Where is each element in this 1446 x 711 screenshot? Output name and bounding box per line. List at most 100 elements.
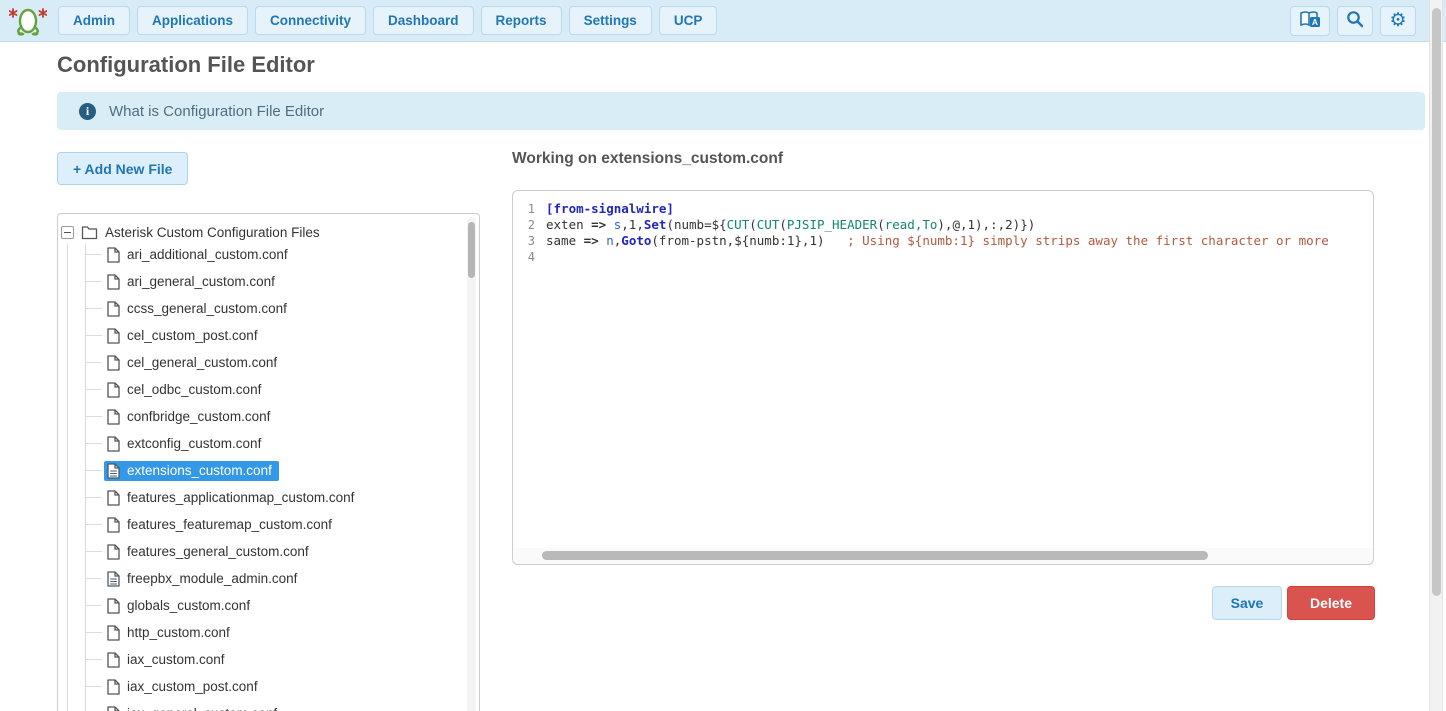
nav-item-admin[interactable]: Admin xyxy=(58,6,130,35)
tree-file-label: features_applicationmap_custom.conf xyxy=(127,490,354,505)
file-icon xyxy=(107,652,120,668)
delete-button[interactable]: Delete xyxy=(1287,586,1375,620)
tree-file-label: cel_custom_post.conf xyxy=(127,328,258,343)
info-bar-text: What is Configuration File Editor xyxy=(109,103,324,120)
line-number: 3 xyxy=(513,233,539,249)
file-icon xyxy=(107,247,120,263)
nav-item-ucp[interactable]: UCP xyxy=(659,6,718,35)
tree-file-label: extensions_custom.conf xyxy=(127,463,272,478)
language-icon: A xyxy=(1299,10,1321,31)
tree-root-node[interactable]: Asterisk Custom Configuration Files xyxy=(58,221,320,243)
tree-file-item[interactable]: extconfig_custom.conf xyxy=(58,430,479,457)
file-icon xyxy=(107,328,120,344)
file-icon xyxy=(107,274,120,290)
file-icon xyxy=(107,490,120,506)
code-line: 3same => n,Goto(from-pstn,${numb:1},1) ;… xyxy=(513,233,1373,249)
code-line-text: exten => s,1,Set(numb=${CUT(CUT(PJSIP_HE… xyxy=(539,217,1035,233)
tree-file-label: ari_general_custom.conf xyxy=(127,274,275,289)
tree-file-label: ari_additional_custom.conf xyxy=(127,247,288,262)
info-icon: i xyxy=(79,103,96,120)
tree-file-item[interactable]: features_featuremap_custom.conf xyxy=(58,511,479,538)
code-line: 4 xyxy=(513,249,1373,265)
nav-item-connectivity[interactable]: Connectivity xyxy=(255,6,366,35)
line-number: 2 xyxy=(513,217,539,233)
tree-file-item[interactable]: ari_additional_custom.conf xyxy=(58,241,479,268)
tree-scrollbar[interactable] xyxy=(467,217,476,711)
tree-file-label: iax_custom.conf xyxy=(127,652,225,667)
tree-file-item[interactable]: cel_general_custom.conf xyxy=(58,349,479,376)
tree-file-label: cel_general_custom.conf xyxy=(127,355,277,370)
tree-root-label: Asterisk Custom Configuration Files xyxy=(105,225,320,240)
file-icon xyxy=(107,382,120,398)
code-line: 2exten => s,1,Set(numb=${CUT(CUT(PJSIP_H… xyxy=(513,217,1373,233)
tree-file-item[interactable]: features_applicationmap_custom.conf xyxy=(58,484,479,511)
tree-file-item[interactable]: confbridge_custom.conf xyxy=(58,403,479,430)
add-new-file-button[interactable]: + Add New File xyxy=(57,152,188,185)
nav-items: AdminApplicationsConnectivityDashboardRe… xyxy=(58,6,717,35)
tree-children: ari_additional_custom.conf ari_general_cu… xyxy=(58,241,479,711)
file-icon xyxy=(107,409,120,425)
tree-file-item[interactable]: extensions_custom.conf xyxy=(58,457,479,484)
file-icon xyxy=(107,436,120,452)
search-icon xyxy=(1346,10,1364,31)
save-button[interactable]: Save xyxy=(1212,586,1282,620)
tree-file-item[interactable]: ccss_general_custom.conf xyxy=(58,295,479,322)
search-button[interactable] xyxy=(1337,6,1373,36)
tree-file-item[interactable]: iax_general_custom.conf xyxy=(58,700,479,711)
tree-file-item[interactable]: http_custom.conf xyxy=(58,619,479,646)
tree-file-item[interactable]: iax_custom_post.conf xyxy=(58,673,479,700)
file-icon xyxy=(107,706,120,711)
editor-hscrollbar[interactable] xyxy=(514,548,1372,564)
code-line-text: same => n,Goto(from-pstn,${numb:1},1) ; … xyxy=(539,233,1329,249)
collapse-expander-icon[interactable] xyxy=(61,226,74,239)
tree-file-item[interactable]: freepbx_module_admin.conf xyxy=(58,565,479,592)
svg-text:A: A xyxy=(1312,17,1318,27)
file-icon xyxy=(107,517,120,533)
folder-icon xyxy=(81,225,98,240)
tree-file-item[interactable]: features_general_custom.conf xyxy=(58,538,479,565)
file-text-icon xyxy=(107,571,120,587)
file-icon xyxy=(107,679,120,695)
code-lines: 1[from-signalwire]2exten => s,1,Set(numb… xyxy=(513,191,1373,265)
page-scrollbar[interactable] xyxy=(1429,0,1443,711)
file-icon xyxy=(107,301,120,317)
tree-file-label: extconfig_custom.conf xyxy=(127,436,261,451)
tree-file-item[interactable]: ari_general_custom.conf xyxy=(58,268,479,295)
working-on-heading: Working on extensions_custom.conf xyxy=(512,150,783,168)
tree-file-item[interactable]: globals_custom.conf xyxy=(58,592,479,619)
nav-item-reports[interactable]: Reports xyxy=(481,6,562,35)
code-line: 1[from-signalwire] xyxy=(513,201,1373,217)
tree-file-label: globals_custom.conf xyxy=(127,598,250,613)
code-editor[interactable]: 1[from-signalwire]2exten => s,1,Set(numb… xyxy=(512,190,1374,565)
tree-file-label: features_general_custom.conf xyxy=(127,544,309,559)
tree-file-label: cel_odbc_custom.conf xyxy=(127,382,261,397)
freepbx-logo-icon[interactable] xyxy=(8,5,48,37)
tree-file-label: iax_general_custom.conf xyxy=(127,706,277,711)
editor-hscrollbar-thumb[interactable] xyxy=(542,551,1208,560)
tree-file-label: features_featuremap_custom.conf xyxy=(127,517,332,532)
code-line-text xyxy=(539,249,546,265)
tree-file-label: http_custom.conf xyxy=(127,625,230,640)
tree-file-item[interactable]: cel_odbc_custom.conf xyxy=(58,376,479,403)
nav-item-dashboard[interactable]: Dashboard xyxy=(373,6,474,35)
file-icon xyxy=(107,598,120,614)
nav-item-applications[interactable]: Applications xyxy=(137,6,248,35)
tree-file-item[interactable]: cel_custom_post.conf xyxy=(58,322,479,349)
nav-right-icons: A ⚙ xyxy=(1290,6,1416,36)
line-number: 4 xyxy=(513,249,539,265)
tree-file-label: iax_custom_post.conf xyxy=(127,679,258,694)
tree-scrollbar-thumb[interactable] xyxy=(468,222,475,278)
nav-item-settings[interactable]: Settings xyxy=(569,6,652,35)
language-button[interactable]: A xyxy=(1290,6,1330,36)
gear-icon: ⚙ xyxy=(1389,11,1406,30)
info-bar[interactable]: i What is Configuration File Editor xyxy=(57,92,1425,130)
file-icon xyxy=(107,625,120,641)
file-icon xyxy=(107,355,120,371)
tree-file-label: ccss_general_custom.conf xyxy=(127,301,287,316)
settings-button[interactable]: ⚙ xyxy=(1380,6,1416,36)
top-navbar: AdminApplicationsConnectivityDashboardRe… xyxy=(0,0,1446,42)
tree-file-item[interactable]: iax_custom.conf xyxy=(58,646,479,673)
file-text-icon xyxy=(107,463,120,479)
page-scrollbar-thumb[interactable] xyxy=(1432,8,1441,596)
file-icon xyxy=(107,544,120,560)
